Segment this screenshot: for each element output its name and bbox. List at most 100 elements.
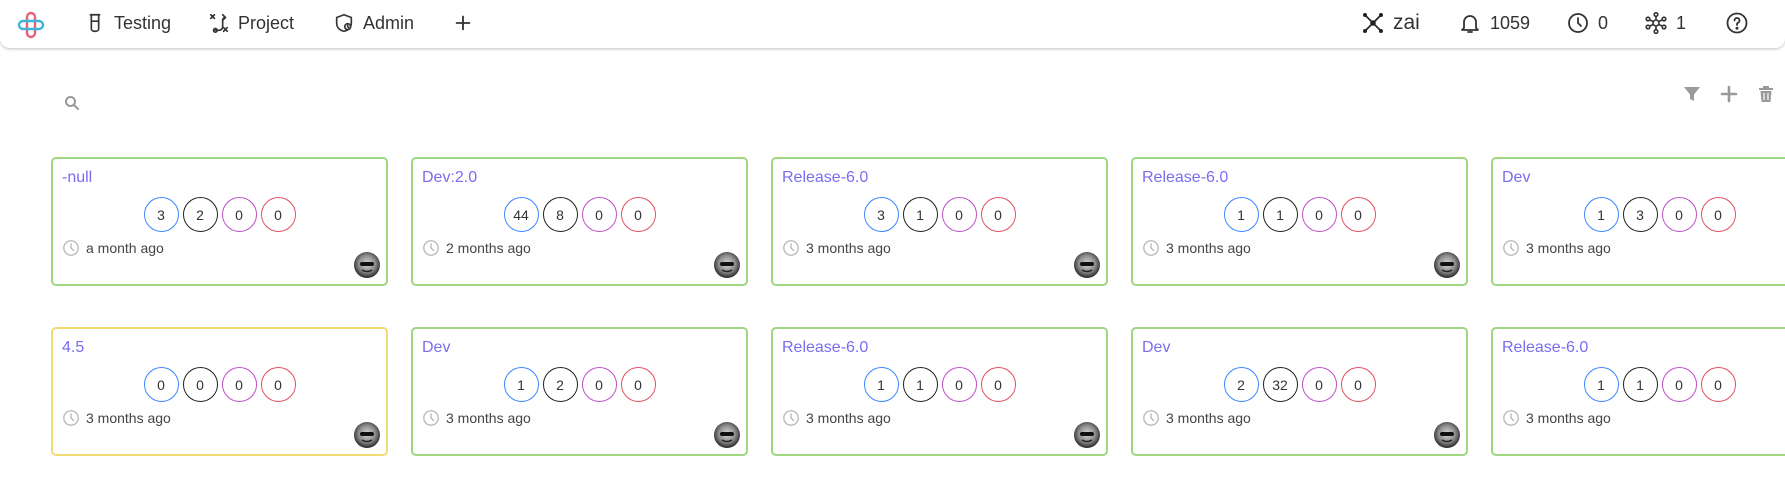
- count-badge[interactable]: 32: [1262, 367, 1298, 402]
- result-counts: 1100: [1133, 197, 1466, 232]
- pending-tasks-button[interactable]: 0: [1566, 10, 1608, 36]
- count-badge[interactable]: 0: [620, 197, 656, 232]
- count-badge[interactable]: 0: [941, 367, 977, 402]
- count-badge[interactable]: 3: [1622, 197, 1658, 232]
- card-time-label: 3 months ago: [1526, 410, 1611, 426]
- card-time-label: 3 months ago: [1166, 240, 1251, 256]
- card-time-label: 2 months ago: [446, 240, 531, 256]
- count-badge[interactable]: 0: [1301, 197, 1337, 232]
- avatar: [714, 252, 740, 278]
- count-badge[interactable]: 0: [620, 367, 656, 402]
- result-counts: 1200: [413, 367, 746, 402]
- clock-icon: [1143, 240, 1159, 256]
- card-title[interactable]: 4.5: [62, 339, 84, 357]
- count-badge[interactable]: 0: [260, 367, 296, 402]
- count-badge[interactable]: 0: [1700, 197, 1736, 232]
- count-badge[interactable]: 0: [1700, 367, 1736, 402]
- build-card[interactable]: Release-6.0 1 1 0 0 3 months ago: [771, 327, 1108, 456]
- card-title[interactable]: Release-6.0: [1502, 339, 1588, 357]
- nav-project[interactable]: Project: [208, 10, 294, 36]
- count-badge[interactable]: 0: [980, 367, 1016, 402]
- count-badge[interactable]: 1: [503, 367, 539, 402]
- nav-testing[interactable]: Testing: [84, 10, 171, 36]
- card-title[interactable]: Release-6.0: [782, 169, 868, 187]
- build-card[interactable]: Release-6.0 1 1 0 0 3 months ago: [1131, 157, 1468, 286]
- avatar: [354, 422, 380, 448]
- build-card[interactable]: Dev:2.0 44 8 0 0 2 months ago: [411, 157, 748, 286]
- clock-icon: [63, 240, 79, 256]
- build-card[interactable]: Dev 1 3 0 0 3 months ago: [1491, 157, 1785, 286]
- card-timestamp: 3 months ago: [422, 409, 531, 427]
- count-badge[interactable]: 0: [1301, 367, 1337, 402]
- nav-project-label: Project: [238, 12, 295, 33]
- count-badge[interactable]: 1: [1262, 197, 1298, 232]
- card-timestamp: 3 months ago: [1142, 239, 1251, 257]
- user-menu[interactable]: zai: [1361, 10, 1420, 36]
- result-counts: 3100: [773, 197, 1106, 232]
- count-badge[interactable]: 0: [581, 367, 617, 402]
- count-badge[interactable]: 0: [1661, 367, 1697, 402]
- hub-icon: [1645, 11, 1667, 35]
- search-icon[interactable]: [64, 95, 80, 111]
- help-button[interactable]: [1725, 10, 1749, 36]
- filter-icon[interactable]: [1682, 84, 1702, 104]
- notifications-count: 1059: [1490, 12, 1531, 33]
- count-badge[interactable]: 8: [542, 197, 578, 232]
- build-card[interactable]: Dev 1 2 0 0 3 months ago: [411, 327, 748, 456]
- build-card[interactable]: -null 3 2 0 0 a month ago: [51, 157, 388, 286]
- add-button[interactable]: [452, 10, 474, 36]
- count-badge[interactable]: 1: [1622, 367, 1658, 402]
- card-title[interactable]: -null: [62, 169, 92, 187]
- card-title[interactable]: Dev: [1502, 169, 1530, 187]
- network-button[interactable]: 1: [1644, 10, 1686, 36]
- count-badge[interactable]: 0: [1661, 197, 1697, 232]
- count-badge[interactable]: 0: [941, 197, 977, 232]
- count-badge[interactable]: 0: [221, 197, 257, 232]
- build-card[interactable]: Release-6.0 3 1 0 0 3 months ago: [771, 157, 1108, 286]
- result-counts: 3200: [53, 197, 386, 232]
- count-badge[interactable]: 3: [143, 197, 179, 232]
- card-title[interactable]: Dev: [1142, 339, 1170, 357]
- count-badge[interactable]: 2: [542, 367, 578, 402]
- trash-icon[interactable]: [1756, 84, 1776, 104]
- app-logo-icon[interactable]: [16, 10, 46, 40]
- count-badge[interactable]: 0: [980, 197, 1016, 232]
- count-badge[interactable]: 2: [1223, 367, 1259, 402]
- count-badge[interactable]: 1: [863, 367, 899, 402]
- avatar: [714, 422, 740, 448]
- count-badge[interactable]: 0: [143, 367, 179, 402]
- pending-count: 0: [1598, 12, 1609, 33]
- count-badge[interactable]: 44: [503, 197, 539, 232]
- count-badge[interactable]: 1: [902, 367, 938, 402]
- card-timestamp: 3 months ago: [782, 239, 891, 257]
- count-badge[interactable]: 1: [1223, 197, 1259, 232]
- count-badge[interactable]: 0: [1340, 367, 1376, 402]
- count-badge[interactable]: 0: [182, 367, 218, 402]
- count-badge[interactable]: 3: [863, 197, 899, 232]
- card-timestamp: 3 months ago: [1502, 239, 1611, 257]
- count-badge[interactable]: 1: [1583, 367, 1619, 402]
- nav-testing-label: Testing: [114, 12, 172, 33]
- count-badge[interactable]: 0: [581, 197, 617, 232]
- count-badge[interactable]: 0: [1340, 197, 1376, 232]
- build-card[interactable]: 4.5 0 0 0 0 3 months ago: [51, 327, 388, 456]
- route-icon: [209, 13, 229, 33]
- card-time-label: 3 months ago: [806, 410, 891, 426]
- notifications-button[interactable]: 1059: [1458, 10, 1530, 36]
- plus-icon[interactable]: [1719, 84, 1739, 104]
- count-badge[interactable]: 0: [221, 367, 257, 402]
- count-badge[interactable]: 1: [1583, 197, 1619, 232]
- count-badge[interactable]: 1: [902, 197, 938, 232]
- nav-admin[interactable]: Admin: [333, 10, 414, 36]
- card-title[interactable]: Release-6.0: [782, 339, 868, 357]
- card-title[interactable]: Dev:2.0: [422, 169, 477, 187]
- build-card[interactable]: Dev 2 32 0 0 3 months ago: [1131, 327, 1468, 456]
- card-title[interactable]: Release-6.0: [1142, 169, 1228, 187]
- build-card[interactable]: Release-6.0 1 1 0 0 3 months ago: [1491, 327, 1785, 456]
- clock-icon: [423, 240, 439, 256]
- count-badge[interactable]: 0: [260, 197, 296, 232]
- card-timestamp: 2 months ago: [422, 239, 531, 257]
- result-counts: 1300: [1493, 197, 1785, 232]
- count-badge[interactable]: 2: [182, 197, 218, 232]
- card-title[interactable]: Dev: [422, 339, 450, 357]
